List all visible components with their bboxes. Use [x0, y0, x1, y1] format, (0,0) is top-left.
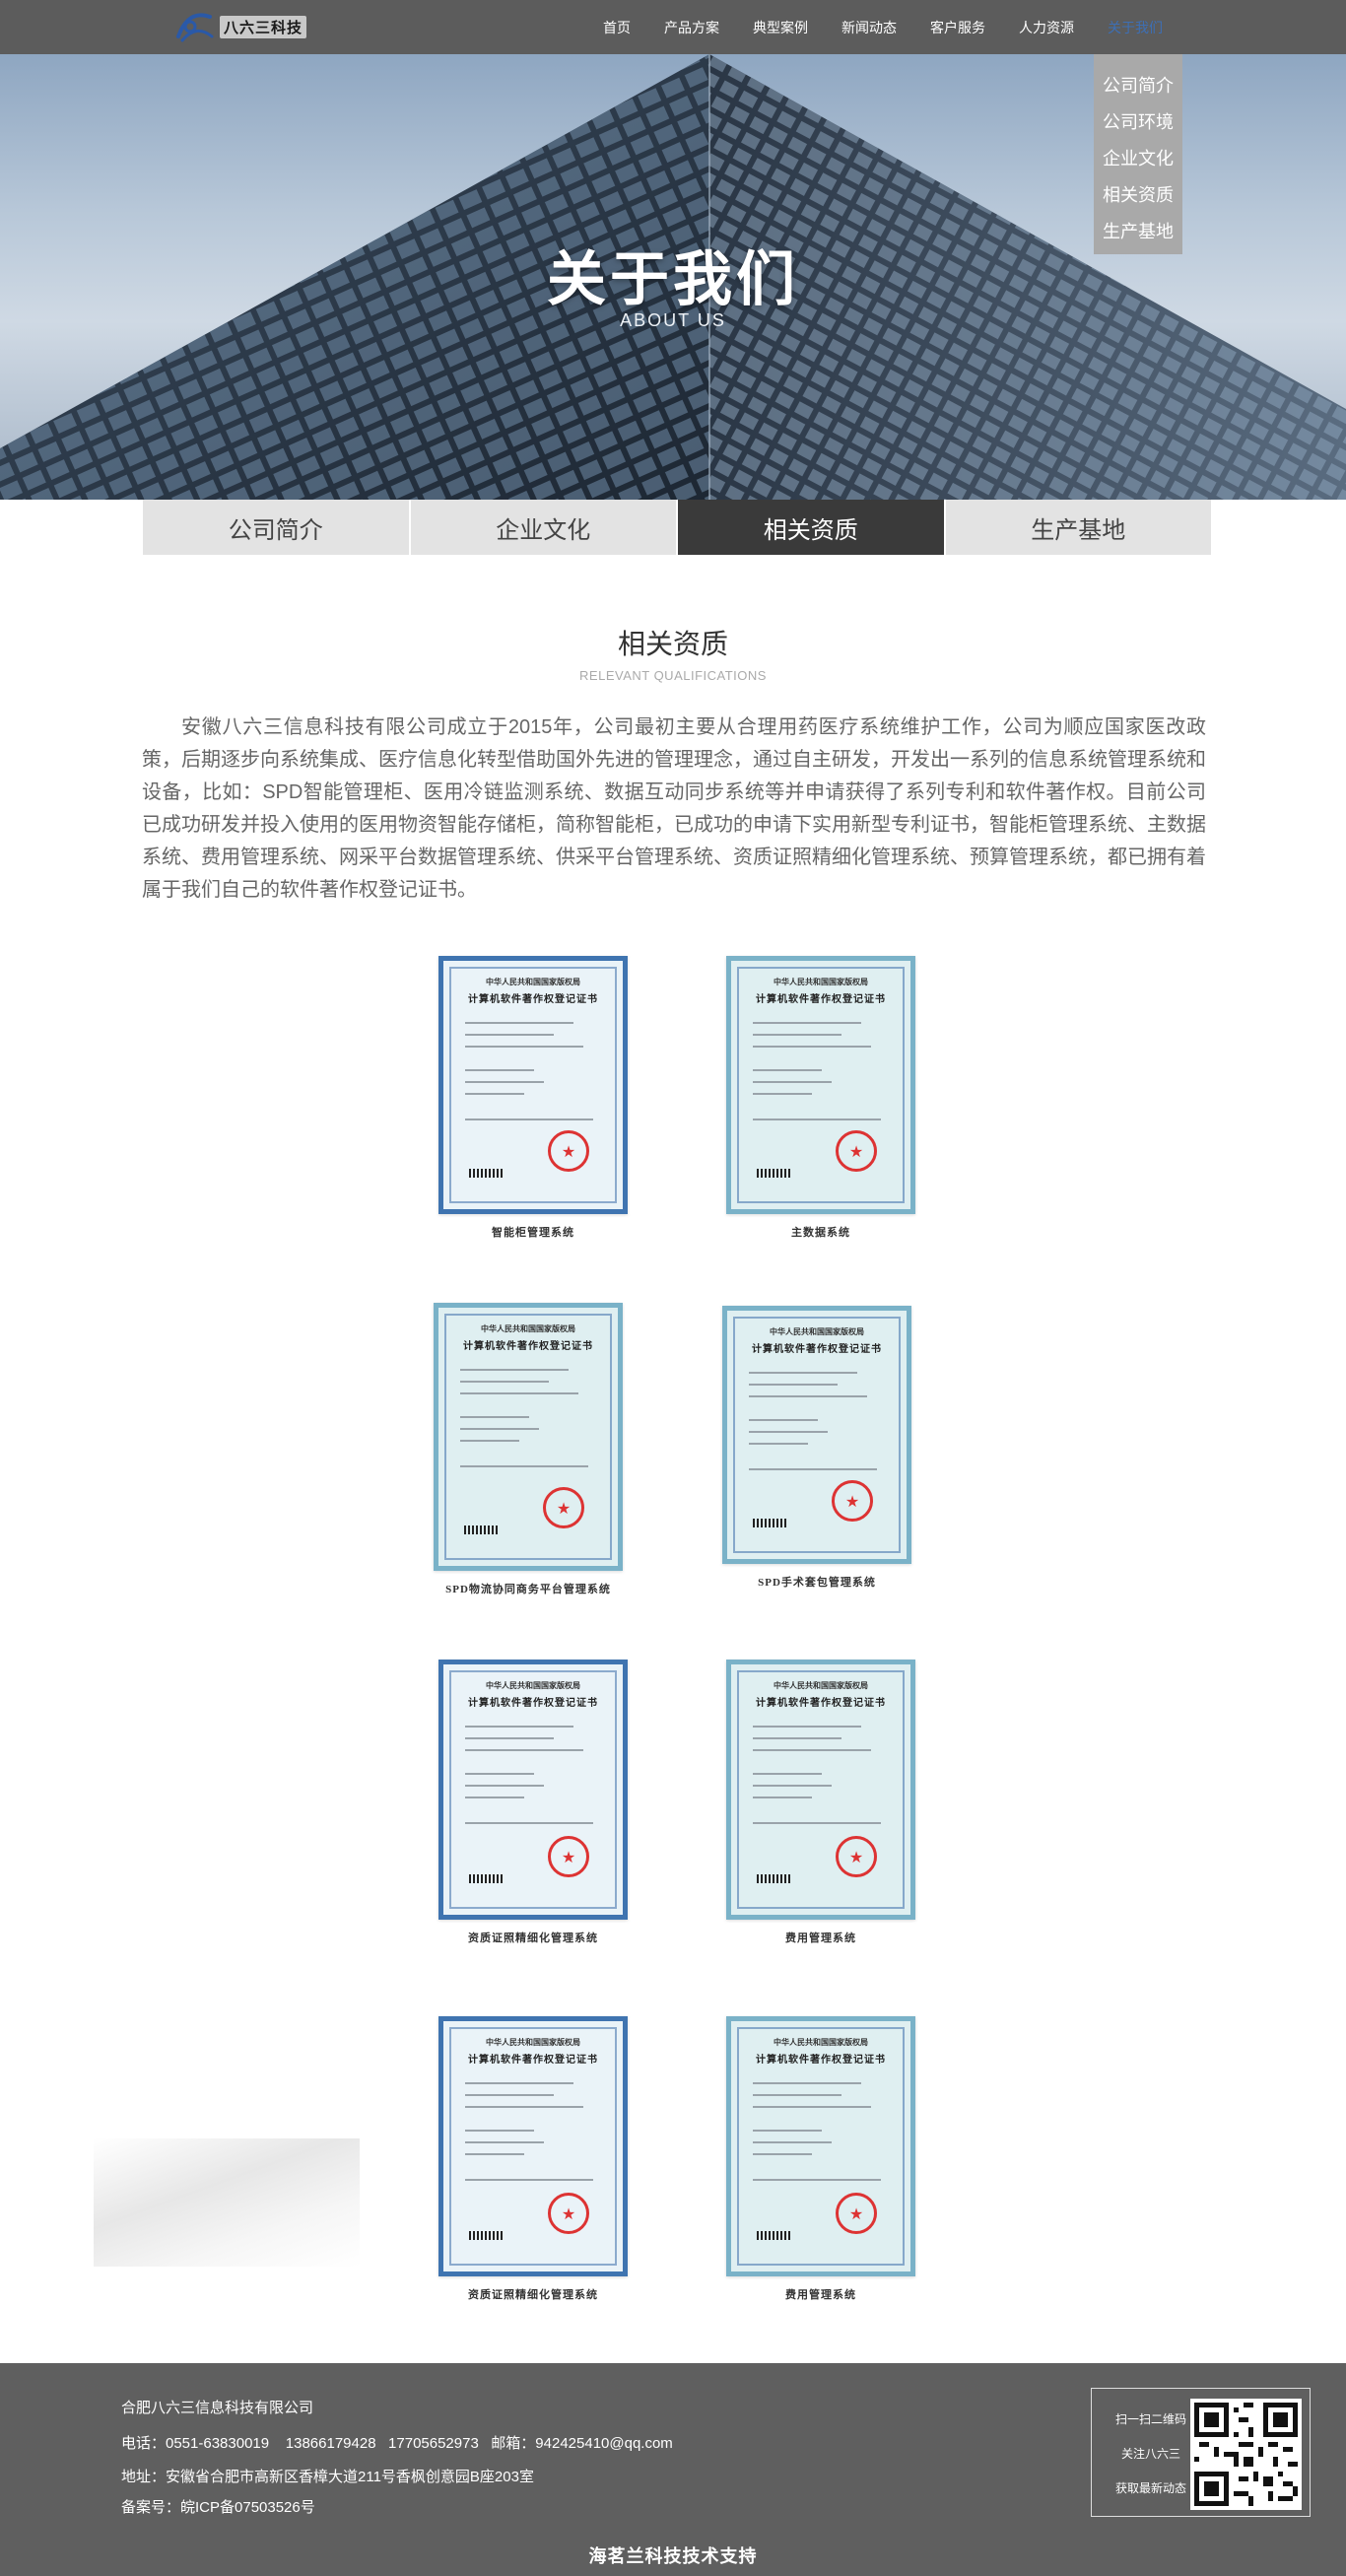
about-tabs: 公司简介 企业文化 相关资质 生产基地 [143, 500, 1211, 555]
certificate-card[interactable]: 中华人民共和国国家版权局 计算机软件著作权登记证书 智能柜管理系统 [438, 956, 636, 1240]
certificate-header: 中华人民共和国国家版权局 [486, 978, 580, 986]
certificate-caption: SPD物流协同商务平台管理系统 [445, 1584, 611, 1595]
certificate-title: 计算机软件著作权登记证书 [468, 2055, 598, 2066]
seal-icon [836, 2193, 877, 2234]
certificate-title: 计算机软件著作权登记证书 [463, 1341, 593, 1352]
tab-company-intro[interactable]: 公司简介 [143, 500, 409, 555]
qr-line-news: 获取最新动态 [1114, 2481, 1186, 2495]
nav-item-news[interactable]: 新闻动态 [841, 18, 897, 37]
certificate-card[interactable]: 中华人民共和国国家版权局 计算机软件著作权登记证书 主数据系统 [726, 956, 923, 1240]
certificate-image: 中华人民共和国国家版权局 计算机软件著作权登记证书 [438, 1660, 628, 1920]
certificate-header: 中华人民共和国国家版权局 [770, 1327, 864, 1336]
section-intro-paragraph: 安徽八六三信息科技有限公司成立于2015年，公司最初主要从合理用药医疗系统维护工… [142, 716, 1206, 901]
dropdown-item-qualifications[interactable]: 相关资质 [1094, 177, 1182, 214]
section-subtitle: RELEVANT QUALIFICATIONS [579, 668, 767, 683]
qr-panel: 扫一扫二维码 关注八六三 获取最新动态 [1091, 2388, 1311, 2517]
certificate-header: 中华人民共和国国家版权局 [486, 2038, 580, 2047]
certificate-caption: 主数据系统 [791, 1227, 850, 1239]
section-title: 相关资质 [617, 629, 728, 659]
certificate-image: 中华人民共和国国家版权局 计算机软件著作权登记证书 [726, 1660, 915, 1920]
certificate-caption: 资质证照精细化管理系统 [468, 1932, 598, 1944]
decorative-background [94, 2138, 360, 2267]
certificate-title: 计算机软件著作权登记证书 [468, 994, 598, 1005]
qr-code-icon [1190, 2399, 1302, 2510]
certificate-title: 计算机软件著作权登记证书 [756, 2055, 886, 2066]
qr-line-scan: 扫一扫二维码 [1114, 2412, 1186, 2426]
certificate-header: 中华人民共和国国家版权局 [774, 1681, 868, 1690]
certificate-image: 中华人民共和国国家版权局 计算机软件著作权登记证书 [438, 2016, 628, 2276]
dropdown-item-intro[interactable]: 公司简介 [1094, 68, 1182, 104]
certificate-image: 中华人民共和国国家版权局 计算机软件著作权登记证书 [434, 1303, 623, 1571]
certificate-caption: 资质证照精细化管理系统 [468, 2289, 598, 2301]
seal-icon [836, 1836, 877, 1877]
tab-culture[interactable]: 企业文化 [410, 500, 676, 555]
certificate-card[interactable]: 中华人民共和国国家版权局 计算机软件著作权登记证书 资质证照精细化管理系统 [438, 1660, 636, 1945]
top-header: 八六三科技 首页 产品方案 典型案例 新闻动态 客户服务 人力资源 关于我们 [0, 0, 1346, 54]
seal-icon [548, 2193, 589, 2234]
footer-contact: 电话：0551-63830019 13866179428 17705652973… [121, 2435, 673, 2452]
tab-qualifications[interactable]: 相关资质 [678, 500, 944, 555]
seal-icon [548, 1836, 589, 1877]
certificate-image: 中华人民共和国国家版权局 计算机软件著作权登记证书 [726, 2016, 915, 2276]
nav-item-hr[interactable]: 人力资源 [1019, 18, 1074, 37]
footer-company-name: 合肥八六三信息科技有限公司 [121, 2400, 314, 2416]
footer-icp[interactable]: 备案号：皖ICP备07503526号 [121, 2496, 315, 2517]
nav-item-products[interactable]: 产品方案 [664, 18, 719, 37]
certificate-title: 计算机软件著作权登记证书 [756, 994, 886, 1005]
dropdown-item-culture[interactable]: 企业文化 [1094, 141, 1182, 177]
seal-icon [832, 1480, 873, 1522]
seal-icon [836, 1130, 877, 1172]
certificate-title: 计算机软件著作权登记证书 [752, 1344, 882, 1355]
main-nav: 首页 产品方案 典型案例 新闻动态 客户服务 人力资源 关于我们 [603, 0, 1196, 54]
certificate-title: 计算机软件著作权登记证书 [756, 1698, 886, 1709]
logo-mark-icon [172, 7, 216, 46]
tab-production-base[interactable]: 生产基地 [945, 500, 1211, 555]
certificate-card[interactable]: 中华人民共和国国家版权局 计算机软件著作权登记证书 费用管理系统 [726, 2016, 923, 2302]
certificate-caption: SPD手术套包管理系统 [758, 1577, 876, 1589]
nav-item-service[interactable]: 客户服务 [930, 18, 985, 37]
about-dropdown-menu: 公司简介 公司环境 企业文化 相关资质 生产基地 [1094, 54, 1182, 254]
page-root: 八六三科技 首页 产品方案 典型案例 新闻动态 客户服务 人力资源 关于我们 公… [0, 0, 1346, 2576]
nav-item-cases[interactable]: 典型案例 [753, 18, 808, 37]
certificate-card[interactable]: 中华人民共和国国家版权局 计算机软件著作权登记证书 资质证照精细化管理系统 [438, 2016, 636, 2302]
certificate-header: 中华人民共和国国家版权局 [774, 978, 868, 986]
certificate-image: 中华人民共和国国家版权局 计算机软件著作权登记证书 [722, 1306, 911, 1564]
footer-support: 海茗兰科技技术支持 [588, 2546, 758, 2566]
logo-text: 八六三科技 [220, 15, 307, 38]
certificate-header: 中华人民共和国国家版权局 [481, 1324, 575, 1333]
certificate-header: 中华人民共和国国家版权局 [486, 1681, 580, 1690]
certificate-caption: 费用管理系统 [785, 2289, 856, 2301]
certificate-title: 计算机软件著作权登记证书 [468, 1698, 598, 1709]
nav-item-home[interactable]: 首页 [603, 18, 631, 37]
dropdown-item-production[interactable]: 生产基地 [1094, 214, 1182, 250]
qr-text: 扫一扫二维码 关注八六三 获取最新动态 [1107, 2406, 1195, 2509]
logo[interactable]: 八六三科技 [172, 6, 307, 47]
footer-address: 地址：安徽省合肥市高新区香樟大道211号香枫创意园B座203室 [121, 2469, 534, 2485]
dropdown-item-environment[interactable]: 公司环境 [1094, 104, 1182, 141]
certificate-card[interactable]: 中华人民共和国国家版权局 计算机软件著作权登记证书 SPD物流协同商务平台管理系… [434, 1303, 631, 1596]
qr-line-follow: 关注八六三 [1120, 2447, 1180, 2461]
certificate-card[interactable]: 中华人民共和国国家版权局 计算机软件著作权登记证书 费用管理系统 [726, 1660, 923, 1945]
certificate-header: 中华人民共和国国家版权局 [774, 2038, 868, 2047]
certificate-image: 中华人民共和国国家版权局 计算机软件著作权登记证书 [726, 956, 915, 1214]
nav-item-about[interactable]: 关于我们 [1108, 18, 1163, 37]
certificate-caption: 费用管理系统 [785, 1932, 856, 1944]
certificate-card[interactable]: 中华人民共和国国家版权局 计算机软件著作权登记证书 SPD手术套包管理系统 [722, 1306, 919, 1590]
seal-icon [543, 1487, 584, 1528]
certificate-image: 中华人民共和国国家版权局 计算机软件著作权登记证书 [438, 956, 628, 1214]
seal-icon [548, 1130, 589, 1172]
certificate-caption: 智能柜管理系统 [492, 1227, 574, 1239]
hero-subtitle: ABOUT US [620, 310, 726, 330]
site-footer: 合肥八六三信息科技有限公司 电话：0551-63830019 138661794… [0, 2363, 1346, 2576]
